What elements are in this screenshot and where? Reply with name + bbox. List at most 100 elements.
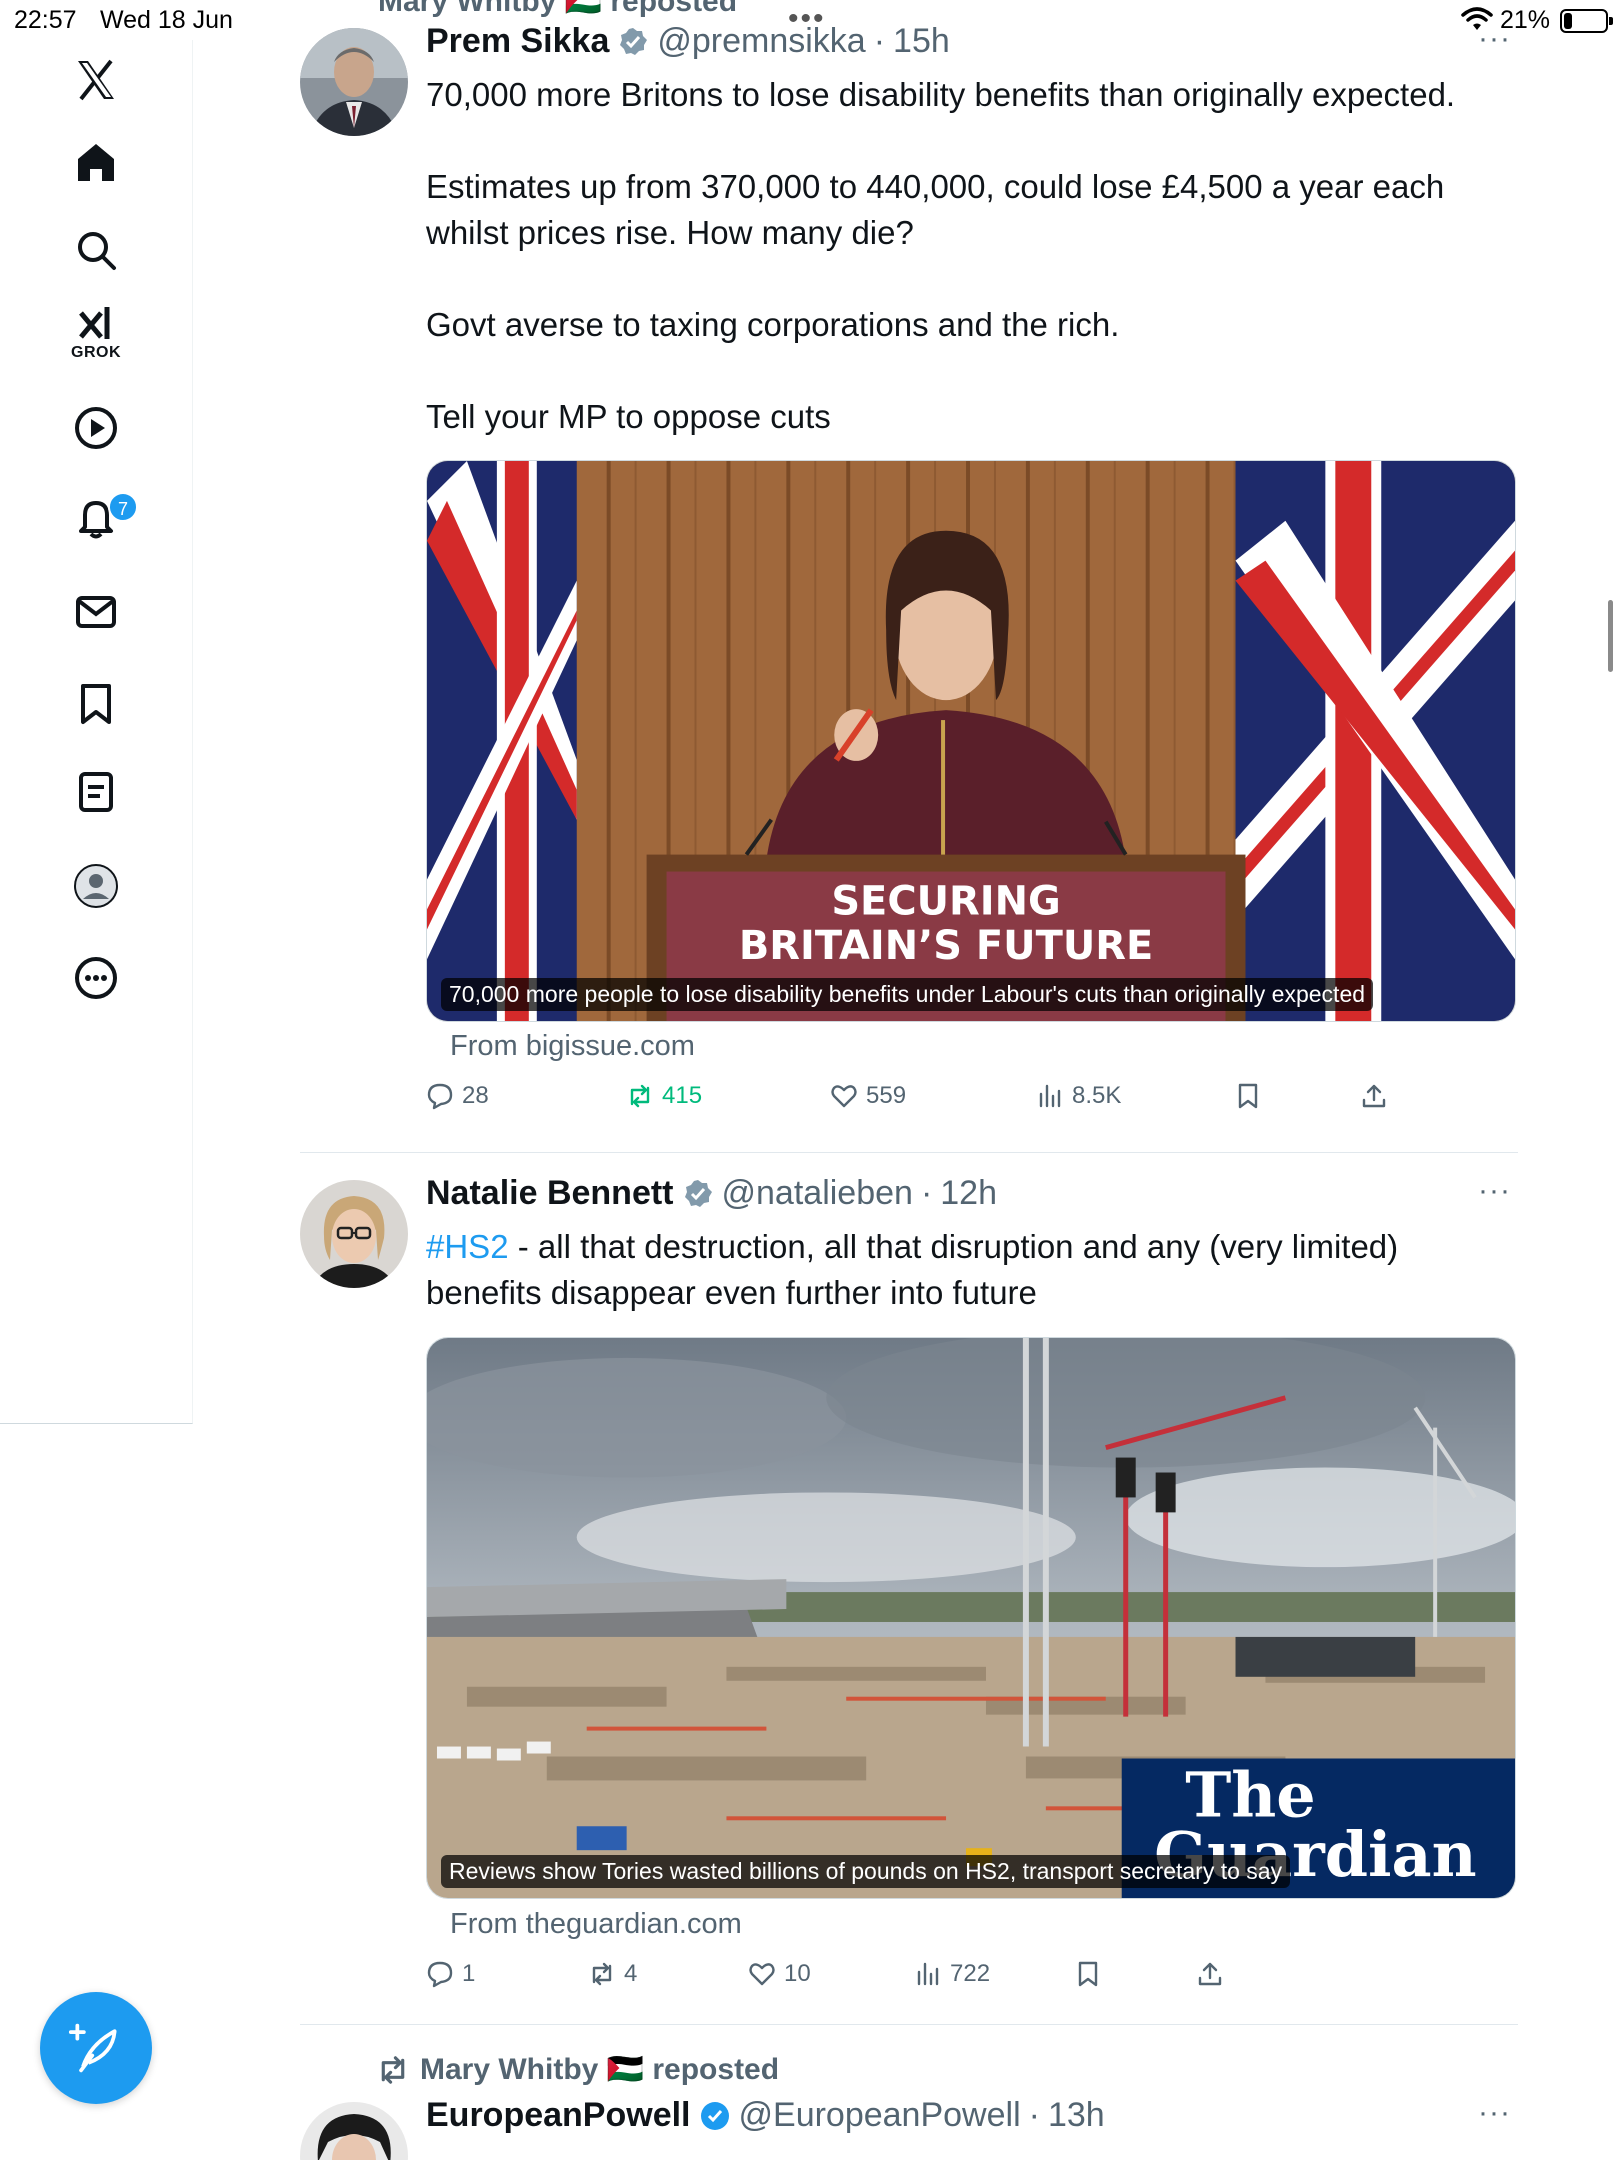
more-options-icon[interactable]: ··· bbox=[1478, 1174, 1511, 1208]
tweet-time[interactable]: 12h bbox=[940, 1174, 997, 1213]
tweet-header: Prem Sikka @premnsikka · 15h bbox=[426, 22, 950, 61]
author-name[interactable]: Prem Sikka bbox=[426, 22, 609, 61]
tweet-header: EuropeanPowell @EuropeanPowell · 13h bbox=[426, 2096, 1105, 2135]
status-time: 22:57 bbox=[14, 6, 77, 34]
repost-label-text[interactable]: Mary Whitby 🇵🇸 reposted bbox=[420, 2052, 779, 2087]
reply-button[interactable]: 28 bbox=[426, 1082, 489, 1110]
x-logo-icon[interactable] bbox=[66, 50, 126, 110]
avatar[interactable] bbox=[300, 28, 408, 136]
share-button[interactable] bbox=[1196, 1960, 1224, 1988]
podium-sign-line1: SECURING bbox=[831, 878, 1060, 924]
repost-button[interactable]: 4 bbox=[588, 1960, 637, 1988]
podium-sign-line2: BRITAIN’S FUTURE bbox=[739, 923, 1153, 969]
views-chart-icon bbox=[917, 1962, 939, 1986]
views-chart-icon bbox=[1039, 1084, 1061, 1108]
grok-icon[interactable]: GROK bbox=[66, 306, 126, 366]
repost-icon bbox=[630, 1084, 650, 1108]
verified-badge-icon bbox=[684, 1179, 712, 1207]
author-name[interactable]: EuropeanPowell bbox=[426, 2096, 691, 2135]
card-caption: Reviews show Tories wasted billions of p… bbox=[441, 1855, 1291, 1888]
envelope-icon[interactable] bbox=[66, 582, 126, 642]
tweet-paragraph: Govt averse to taxing corporations and t… bbox=[426, 306, 1120, 343]
author-handle[interactable]: @natalieben bbox=[722, 1174, 913, 1213]
construction-site-photo: The Guardian bbox=[427, 1338, 1515, 1898]
grok-label: GROK bbox=[71, 344, 121, 361]
tweet-time[interactable]: 13h bbox=[1048, 2096, 1105, 2135]
tweet-actions: 28 415 559 8.5K bbox=[426, 1082, 1426, 1122]
view-count: 8.5K bbox=[1072, 1082, 1122, 1109]
bookmark-icon bbox=[1238, 1083, 1258, 1109]
card-caption: 70,000 more people to lose disability be… bbox=[441, 978, 1374, 1011]
compose-button[interactable] bbox=[40, 1992, 152, 2104]
share-icon bbox=[1362, 1084, 1386, 1108]
battery-icon bbox=[1560, 9, 1613, 33]
repost-button[interactable]: 415 bbox=[626, 1082, 702, 1110]
repost-icon bbox=[381, 2055, 405, 2084]
tweet-text: #HS2 - all that destruction, all that di… bbox=[426, 1224, 1516, 1316]
play-icon[interactable] bbox=[66, 398, 126, 458]
heart-icon bbox=[749, 1963, 775, 1986]
feather-plus-icon bbox=[68, 2023, 117, 2073]
like-count: 559 bbox=[866, 1082, 907, 1109]
more-options-icon[interactable]: ··· bbox=[1478, 2096, 1511, 2130]
reply-button[interactable]: 1 bbox=[426, 1960, 475, 1988]
tweet-divider bbox=[300, 2024, 1518, 2025]
bell-icon[interactable]: 7 bbox=[66, 488, 138, 548]
press-conference-photo: SECURING BRITAIN’S FUTURE bbox=[427, 461, 1515, 1021]
like-count: 10 bbox=[784, 1960, 811, 1987]
like-button[interactable]: 559 bbox=[830, 1082, 906, 1110]
verified-badge-icon bbox=[620, 27, 648, 55]
author-handle[interactable]: @EuropeanPowell bbox=[739, 2096, 1021, 2135]
like-button[interactable]: 10 bbox=[748, 1960, 811, 1988]
profile-icon[interactable] bbox=[66, 856, 126, 916]
more-options-icon[interactable]: ··· bbox=[1478, 22, 1511, 56]
author-handle[interactable]: @premnsikka bbox=[657, 22, 865, 61]
views-button[interactable]: 8.5K bbox=[1036, 1082, 1121, 1110]
tweet-body: - all that destruction, all that disrupt… bbox=[426, 1228, 1399, 1311]
reply-icon bbox=[427, 1083, 453, 1110]
separator-dot: · bbox=[1028, 2096, 1040, 2134]
status-date: Wed 18 Jun bbox=[100, 6, 233, 34]
repost-count: 415 bbox=[662, 1082, 703, 1109]
sidebar: GROK 7 bbox=[0, 40, 193, 1424]
reply-count: 1 bbox=[462, 1960, 476, 1987]
bookmark-icon bbox=[1078, 1961, 1098, 1987]
bookmark-icon[interactable] bbox=[66, 674, 126, 734]
reply-icon bbox=[427, 1961, 453, 1988]
bookmark-button[interactable] bbox=[1074, 1960, 1102, 1988]
notification-badge: 7 bbox=[108, 492, 138, 522]
separator-dot: · bbox=[873, 22, 886, 60]
separator-dot: · bbox=[920, 1174, 933, 1212]
heart-icon bbox=[831, 1085, 857, 1108]
repost-count: 4 bbox=[624, 1960, 638, 1987]
hashtag-link[interactable]: #HS2 bbox=[426, 1228, 509, 1265]
card-source-link[interactable]: From theguardian.com bbox=[450, 1908, 742, 1941]
search-icon[interactable] bbox=[66, 220, 126, 280]
tweet-divider bbox=[300, 1152, 1518, 1153]
views-button[interactable]: 722 bbox=[914, 1960, 990, 1988]
home-icon[interactable] bbox=[66, 132, 126, 192]
repost-icon bbox=[592, 1962, 612, 1986]
tweet-header: Natalie Bennett @natalieben · 12h bbox=[426, 1174, 997, 1213]
avatar[interactable] bbox=[300, 2102, 408, 2160]
tweet-actions: 1 4 10 722 bbox=[426, 1960, 1426, 2000]
more-circle-icon[interactable] bbox=[66, 948, 126, 1008]
share-icon bbox=[1198, 1962, 1222, 1986]
list-icon[interactable] bbox=[66, 762, 126, 822]
tweet-paragraph: Estimates up from 370,000 to 440,000, co… bbox=[426, 168, 1445, 251]
repost-label-top: Mary Whitby 🇵🇸 reposted bbox=[378, 0, 738, 18]
tweet-time[interactable]: 15h bbox=[893, 22, 950, 61]
author-name[interactable]: Natalie Bennett bbox=[426, 1174, 674, 1213]
link-card-image[interactable]: SECURING BRITAIN’S FUTURE 70,000 more pe… bbox=[426, 460, 1516, 1022]
share-button[interactable] bbox=[1360, 1082, 1388, 1110]
link-card-image[interactable]: The Guardian Reviews show Tories wasted … bbox=[426, 1337, 1516, 1899]
app-root: 22:57 Wed 18 Jun ••• 21% GROK 7 Mary Whi… bbox=[0, 0, 1620, 2160]
scrollbar-thumb[interactable] bbox=[1608, 600, 1613, 672]
tweet-text: 70,000 more Britons to lose disability b… bbox=[426, 72, 1516, 440]
card-source-link[interactable]: From bigissue.com bbox=[450, 1030, 695, 1063]
verified-badge-icon bbox=[700, 2101, 729, 2130]
avatar[interactable] bbox=[300, 1180, 408, 1288]
reply-count: 28 bbox=[462, 1082, 489, 1109]
bookmark-button[interactable] bbox=[1234, 1082, 1262, 1110]
view-count: 722 bbox=[950, 1960, 991, 1987]
